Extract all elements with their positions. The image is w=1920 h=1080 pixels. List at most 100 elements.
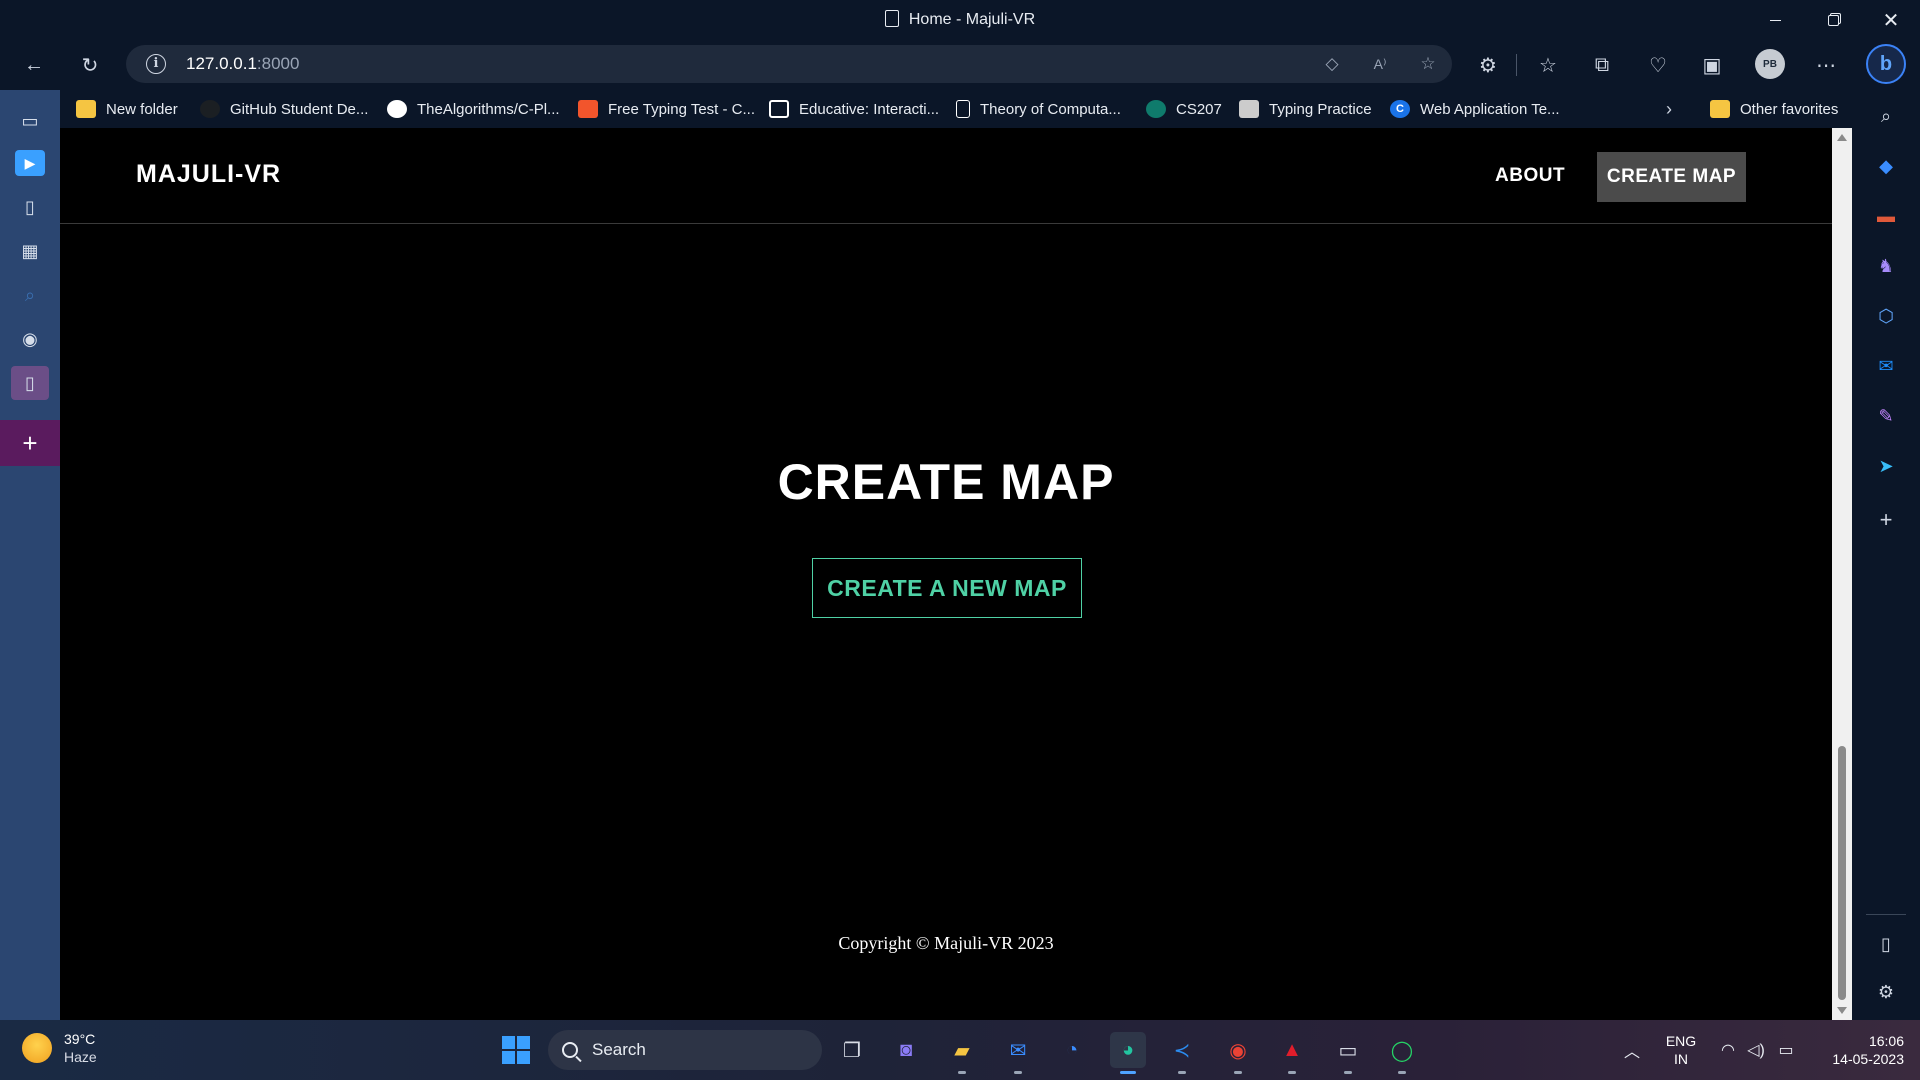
fav-theory-of-computation[interactable]: Theory of Computa... xyxy=(956,96,1121,122)
minimize-button[interactable] xyxy=(1752,4,1798,36)
hide-sidebar-icon[interactable]: ▯ xyxy=(1872,930,1900,958)
fav-cs207[interactable]: CS207 xyxy=(1146,96,1222,122)
firefox-icon[interactable]: ◔ xyxy=(1054,1032,1090,1068)
edge-icon[interactable]: ◕ xyxy=(1110,1032,1146,1074)
page-title: CREATE MAP xyxy=(777,454,1115,510)
send-icon[interactable]: ➤ xyxy=(1872,452,1900,480)
fav-web-application[interactable]: C Web Application Te... xyxy=(1390,96,1560,122)
restore-button[interactable] xyxy=(1810,4,1856,36)
vscode-icon[interactable]: ≺ xyxy=(1164,1032,1200,1074)
fav-other-favorites[interactable]: Other favorites xyxy=(1710,96,1838,122)
tab-actions-icon[interactable]: ▭ xyxy=(11,104,49,138)
tab-game[interactable]: ◉ xyxy=(11,322,49,356)
whatsapp-icon[interactable]: ◯ xyxy=(1384,1032,1420,1074)
tab-current-page[interactable]: ▯ xyxy=(11,366,49,400)
fav-new-folder[interactable]: New folder xyxy=(76,96,178,122)
mail-icon[interactable]: ✉ xyxy=(1000,1032,1036,1074)
bing-copilot-icon[interactable]: b xyxy=(1866,44,1906,84)
favorites-icon[interactable]: ☆ xyxy=(1530,48,1566,82)
tab-search[interactable]: ⌕ xyxy=(11,278,49,312)
language-indicator[interactable]: ENG IN xyxy=(1664,1032,1698,1068)
add-sidebar-app-icon[interactable]: + xyxy=(1872,506,1900,534)
new-tab-button[interactable]: + xyxy=(0,420,60,466)
collections-icon[interactable]: ⧉ xyxy=(1584,48,1620,82)
games-icon[interactable]: ♞ xyxy=(1872,252,1900,280)
restore-icon xyxy=(1827,14,1839,26)
running-indicator xyxy=(1398,1071,1406,1074)
terminal-icon[interactable]: ▭ xyxy=(1330,1032,1366,1074)
teams-chat-icon[interactable]: ◙ xyxy=(888,1032,924,1068)
windows-logo-icon xyxy=(502,1036,515,1049)
search-icon[interactable]: ⌕ xyxy=(1872,102,1900,130)
github-icon xyxy=(387,100,407,118)
create-new-map-button[interactable]: CREATE A NEW MAP xyxy=(812,558,1082,618)
weather-widget[interactable]: 39°C Haze xyxy=(22,1030,97,1066)
c-icon: C xyxy=(1390,100,1410,118)
extensions-icon[interactable]: ⚙ xyxy=(1470,48,1506,82)
clock[interactable]: 16:06 14-05-2023 xyxy=(1812,1032,1904,1068)
taskbar-search[interactable]: Search xyxy=(548,1030,822,1070)
refresh-button[interactable]: ↻ xyxy=(72,48,108,82)
address-bar[interactable]: i 127.0.0.1:8000 ◇ A⁾ ☆ xyxy=(126,45,1452,83)
favorites-overflow-chevron[interactable]: › xyxy=(1666,96,1672,122)
shopping-tag-icon[interactable]: ◇ xyxy=(1318,51,1346,77)
tab-page-1[interactable]: ▯ xyxy=(11,190,49,224)
site-info-icon[interactable]: i xyxy=(146,54,166,74)
page-icon xyxy=(956,100,970,118)
tab-media[interactable]: ▶ xyxy=(11,146,49,180)
fav-educative[interactable]: Educative: Interacti... xyxy=(769,96,939,122)
close-icon: ✕ xyxy=(1882,9,1900,32)
show-hidden-icons-chevron[interactable]: ︿ xyxy=(1614,1032,1650,1068)
profile-initials: PB xyxy=(1763,58,1777,70)
browser-essentials-icon[interactable]: ♡ xyxy=(1640,48,1676,82)
fav-github-student[interactable]: GitHub Student De... xyxy=(200,96,368,122)
fav-label: TheAlgorithms/C-Pl... xyxy=(417,100,560,118)
file-explorer-icon[interactable]: ▰ xyxy=(944,1032,980,1074)
close-button[interactable]: ✕ xyxy=(1868,4,1914,36)
calendar-icon: ▦ xyxy=(21,240,39,261)
folder-icon xyxy=(1710,100,1730,118)
read-aloud-icon[interactable]: A⁾ xyxy=(1366,51,1394,77)
page-icon: ▯ xyxy=(25,372,35,393)
tab-calendar[interactable]: ▦ xyxy=(11,234,49,268)
fav-thealgorithms[interactable]: TheAlgorithms/C-Pl... xyxy=(387,96,560,122)
back-arrow-icon: ← xyxy=(24,53,44,76)
battery-icon[interactable]: ▭ xyxy=(1768,1032,1804,1068)
running-indicator xyxy=(958,1071,966,1074)
back-button[interactable]: ← xyxy=(16,48,52,82)
browser-toolbar: ← ↻ i 127.0.0.1:8000 ◇ A⁾ ☆ ⚙ ☆ ⧉ ♡ ▣ PB… xyxy=(0,40,1920,90)
page-scrollbar[interactable] xyxy=(1832,128,1852,1020)
url-text[interactable]: 127.0.0.1:8000 xyxy=(186,54,299,74)
acrobat-icon[interactable]: ▲ xyxy=(1274,1032,1310,1074)
outlook-icon[interactable]: ✉ xyxy=(1872,352,1900,380)
microsoft-365-icon[interactable]: ⬡ xyxy=(1872,302,1900,330)
chrome-icon[interactable]: ◉ xyxy=(1220,1032,1256,1074)
site-brand[interactable]: MAJULI-VR xyxy=(136,160,281,189)
nav-about-link[interactable]: ABOUT xyxy=(1495,165,1565,187)
fav-free-typing-test[interactable]: Free Typing Test - C... xyxy=(578,96,755,122)
task-view-icon[interactable]: ❐ xyxy=(834,1032,870,1068)
start-button[interactable] xyxy=(502,1036,530,1064)
fav-typing-practice[interactable]: Typing Practice xyxy=(1239,96,1372,122)
url-host: 127.0.0.1 xyxy=(186,54,257,73)
region-code: IN xyxy=(1674,1051,1688,1067)
fav-label: Free Typing Test - C... xyxy=(608,100,756,118)
add-favorite-icon[interactable]: ☆ xyxy=(1414,51,1442,77)
shopping-icon[interactable]: ◆ xyxy=(1872,152,1900,180)
running-indicator xyxy=(1178,1071,1186,1074)
tools-icon[interactable]: ▬ xyxy=(1872,202,1900,230)
windows-logo-pane xyxy=(517,1051,530,1064)
scroll-up-arrow-icon[interactable] xyxy=(1837,134,1847,141)
sidebar-settings-icon[interactable]: ⚙ xyxy=(1872,978,1900,1006)
more-menu-icon[interactable]: ⋯ xyxy=(1808,48,1844,82)
screenshot-icon[interactable]: ▣ xyxy=(1694,48,1730,82)
nav-create-map-link[interactable]: CREATE MAP xyxy=(1597,152,1746,202)
profile-avatar[interactable]: PB xyxy=(1755,49,1785,79)
search-icon: ⌕ xyxy=(24,284,36,305)
scroll-down-arrow-icon[interactable] xyxy=(1837,1007,1847,1014)
educative-icon xyxy=(769,100,789,118)
designer-icon[interactable]: ✎ xyxy=(1872,402,1900,430)
scrollbar-thumb[interactable] xyxy=(1838,746,1846,1000)
game-icon: ◉ xyxy=(22,328,38,349)
fav-label: GitHub Student De... xyxy=(230,100,369,118)
